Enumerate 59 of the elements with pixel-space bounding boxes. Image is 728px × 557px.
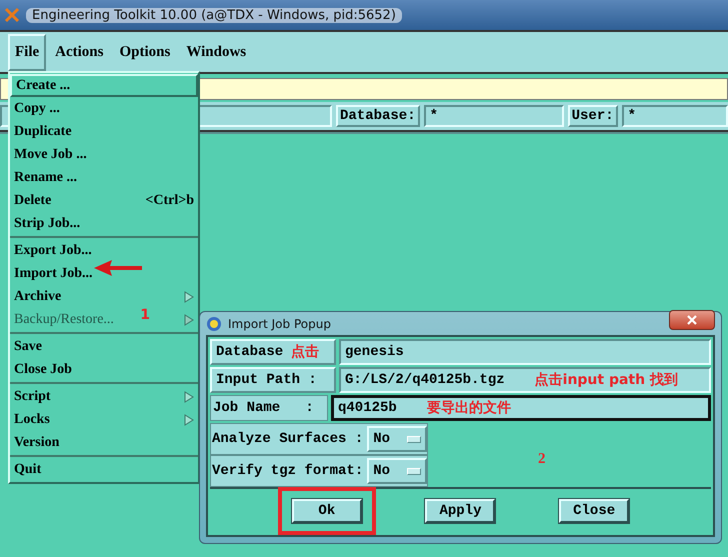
menu-item[interactable]: Script [10,385,198,408]
dialog-icon [206,316,222,332]
field-value: genesis [345,344,404,360]
menu-item[interactable]: Archive [10,285,198,308]
dialog-title: Import Job Popup [228,316,332,330]
user-label: User: [568,105,618,127]
menu-item[interactable]: File [8,34,46,70]
menu-item[interactable]: Quit [10,458,198,481]
text-field[interactable]: q40125b 要导出的文件 [331,395,711,421]
annotation-text: 点击input path 找到 [534,371,678,389]
text-field[interactable]: G:/LS/2/q40125b.tgz 点击input path 找到 [339,367,711,393]
submenu-triangle-icon [184,390,194,402]
menu-item[interactable]: Actions [48,34,110,70]
database-field[interactable]: * [424,105,564,127]
annotation-text: 要导出的文件 [426,399,511,417]
option-menu[interactable]: No [367,426,428,452]
option-menu[interactable]: No [367,458,428,484]
field-value: q40125b [338,400,397,416]
menu-item[interactable]: Import Job... [10,262,198,285]
dialog-button[interactable]: Apply [425,499,496,523]
field-button[interactable]: Input Path : [210,367,336,393]
menu-item[interactable]: Save [10,335,198,358]
menu-item[interactable]: Export Job... [10,239,198,262]
field-label: Job Name : [210,395,328,421]
menu-item[interactable]: Locks [10,408,198,431]
menu-item[interactable]: Delete <Ctrl>b [10,189,198,212]
menu-item[interactable]: Close Job [10,358,198,381]
menu-item[interactable]: Create ... [10,74,198,97]
close-icon [687,314,697,324]
option-indicator-icon [407,436,422,442]
menu-item[interactable]: Copy ... [10,97,198,120]
menu-item[interactable]: Options [112,34,178,70]
window-title: Engineering Toolkit 10.00 (a@TDX - Windows, pid:5652) [26,8,402,22]
annotation-text: 点击 [291,343,320,361]
option-label: Verify tgz format: [212,463,364,479]
app-icon [4,7,20,23]
field-value: G:/LS/2/q40125b.tgz [345,372,505,388]
dialog-button[interactable]: Ok [292,499,362,523]
menu-item[interactable]: Duplicate [10,120,198,143]
annotation-arrow [94,259,144,277]
menu-item[interactable]: Strip Job... [10,212,198,235]
menu-item[interactable]: Move Job ... [10,143,198,166]
database-label: Database: [336,105,420,127]
annotation-number: 1 [140,308,150,322]
shortcut-label: <Ctrl>b [145,192,194,208]
submenu-triangle-icon [184,414,194,426]
menu-item[interactable]: Version [10,431,198,454]
dialog-button[interactable]: Close [559,499,630,523]
submenu-triangle-icon [184,290,194,302]
field-button[interactable]: Database 点击 [210,339,336,365]
option-indicator-icon [407,468,422,474]
close-button[interactable] [669,310,715,330]
text-field[interactable]: genesis [339,339,711,365]
annotation-number: 2 [538,451,546,468]
menu-item[interactable]: Rename ... [10,166,198,189]
submenu-triangle-icon [184,314,194,326]
user-field[interactable]: * [622,105,728,127]
menu-item[interactable]: Windows [179,34,254,70]
option-label: Analyze Surfaces : [212,431,364,447]
